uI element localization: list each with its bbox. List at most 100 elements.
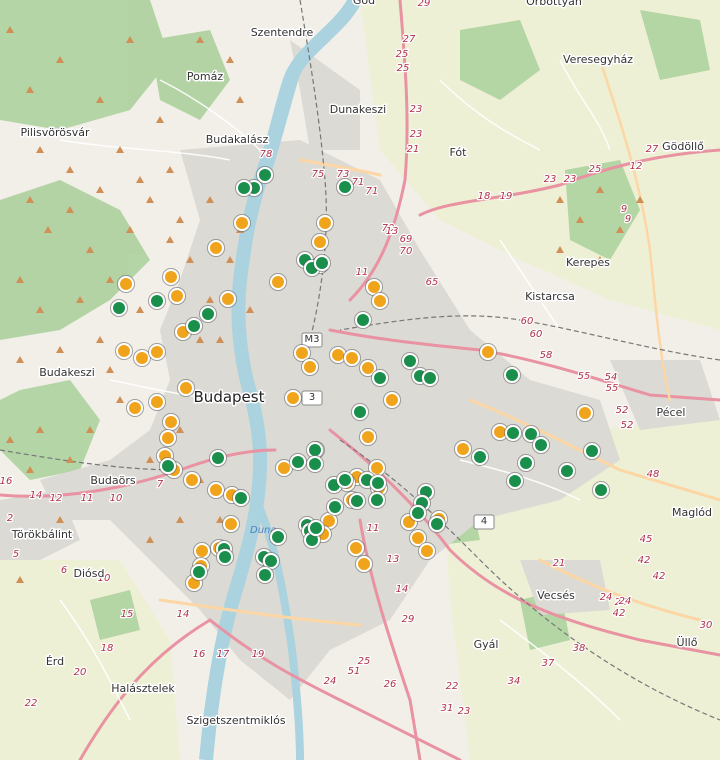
road-number-label: 52 xyxy=(621,420,634,431)
attraction-marker-orange[interactable] xyxy=(207,481,225,499)
place-label: Törökbálint xyxy=(11,528,73,541)
attraction-marker-green[interactable] xyxy=(471,448,489,466)
attraction-marker-orange[interactable] xyxy=(301,358,319,376)
road-number-label: 45 xyxy=(640,534,653,545)
attraction-marker-orange[interactable] xyxy=(133,349,151,367)
attraction-marker-green[interactable] xyxy=(428,515,446,533)
attraction-marker-orange[interactable] xyxy=(311,233,329,251)
attraction-marker-green[interactable] xyxy=(110,299,128,317)
attraction-marker-orange[interactable] xyxy=(316,214,334,232)
road-number-label: 29 xyxy=(418,0,431,9)
road-number-label: 22 xyxy=(446,681,459,692)
attraction-marker-orange[interactable] xyxy=(454,440,472,458)
road-number-label: 52 xyxy=(616,405,629,416)
attraction-marker-green[interactable] xyxy=(326,498,344,516)
attraction-marker-orange[interactable] xyxy=(148,393,166,411)
attraction-marker-green[interactable] xyxy=(307,519,325,537)
attraction-marker-green[interactable] xyxy=(504,424,522,442)
road-number-label: 25 xyxy=(397,63,410,74)
road-number-label: 19 xyxy=(252,649,265,660)
attraction-marker-orange[interactable] xyxy=(418,542,436,560)
road-number-label: 38 xyxy=(573,643,586,654)
road-number-label: 4 xyxy=(481,516,487,527)
attraction-marker-orange[interactable] xyxy=(222,515,240,533)
road-number-label: 29 xyxy=(402,614,415,625)
attraction-marker-green[interactable] xyxy=(583,442,601,460)
attraction-marker-green[interactable] xyxy=(369,474,387,492)
road-number-label: 42 xyxy=(638,555,651,566)
road-number-label: 23 xyxy=(564,174,577,185)
attraction-marker-green[interactable] xyxy=(336,471,354,489)
attraction-marker-green[interactable] xyxy=(351,403,369,421)
attraction-marker-green[interactable] xyxy=(199,305,217,323)
attraction-marker-orange[interactable] xyxy=(233,214,251,232)
attraction-marker-green[interactable] xyxy=(336,178,354,196)
road-number-label: 21 xyxy=(407,144,420,155)
attraction-marker-green[interactable] xyxy=(289,453,307,471)
place-label: Pilisvörösvár xyxy=(20,126,90,139)
road-number-label: 16 xyxy=(0,476,12,487)
attraction-marker-orange[interactable] xyxy=(177,379,195,397)
attraction-marker-green[interactable] xyxy=(401,352,419,370)
attraction-marker-orange[interactable] xyxy=(193,542,211,560)
attraction-marker-green[interactable] xyxy=(209,449,227,467)
attraction-marker-orange[interactable] xyxy=(207,239,225,257)
attraction-marker-orange[interactable] xyxy=(576,404,594,422)
attraction-marker-green[interactable] xyxy=(558,462,576,480)
place-label: Érd xyxy=(46,655,64,668)
attraction-marker-orange[interactable] xyxy=(115,342,133,360)
place-label: Maglód xyxy=(672,506,712,519)
map-canvas[interactable]: 292725252323217875 7371717013697011651227… xyxy=(0,0,720,760)
attraction-marker-orange[interactable] xyxy=(347,539,365,557)
attraction-marker-orange[interactable] xyxy=(371,292,389,310)
attraction-marker-orange[interactable] xyxy=(159,429,177,447)
road-number-label: 60 xyxy=(521,316,534,327)
attraction-marker-orange[interactable] xyxy=(168,287,186,305)
attraction-marker-orange[interactable] xyxy=(479,343,497,361)
road-number-label: 5 xyxy=(13,549,19,560)
place-label: Budakalász xyxy=(206,133,269,146)
road-number-label: 21 xyxy=(553,558,566,569)
attraction-marker-orange[interactable] xyxy=(162,413,180,431)
attraction-marker-orange[interactable] xyxy=(269,273,287,291)
road-number-label: 25 xyxy=(396,49,409,60)
attraction-marker-green[interactable] xyxy=(235,179,253,197)
attraction-marker-green[interactable] xyxy=(190,563,208,581)
attraction-marker-green[interactable] xyxy=(421,369,439,387)
attraction-marker-orange[interactable] xyxy=(343,349,361,367)
attraction-marker-green[interactable] xyxy=(216,548,234,566)
attraction-marker-green[interactable] xyxy=(313,254,331,272)
attraction-marker-orange[interactable] xyxy=(117,275,135,293)
road-number-label: 24 xyxy=(600,592,613,603)
attraction-marker-orange[interactable] xyxy=(219,290,237,308)
attraction-marker-green[interactable] xyxy=(159,457,177,475)
map-view[interactable]: 29 27 25 25 23 23 21 78 75 73 71 71 70 13 69 70 11 65 12 27… xyxy=(0,0,720,760)
attraction-marker-orange[interactable] xyxy=(162,268,180,286)
road-number-label: 11 xyxy=(356,267,369,278)
attraction-marker-green[interactable] xyxy=(185,317,203,335)
attraction-marker-green[interactable] xyxy=(256,566,274,584)
attraction-marker-green[interactable] xyxy=(506,472,524,490)
attraction-marker-orange[interactable] xyxy=(359,428,377,446)
attraction-marker-green[interactable] xyxy=(503,366,521,384)
attraction-marker-green[interactable] xyxy=(409,504,427,522)
attraction-marker-orange[interactable] xyxy=(355,555,373,573)
attraction-marker-green[interactable] xyxy=(517,454,535,472)
attraction-marker-green[interactable] xyxy=(348,492,366,510)
attraction-marker-orange[interactable] xyxy=(383,391,401,409)
attraction-marker-green[interactable] xyxy=(232,489,250,507)
attraction-marker-green[interactable] xyxy=(148,292,166,310)
attraction-marker-green[interactable] xyxy=(368,491,386,509)
attraction-marker-green[interactable] xyxy=(592,481,610,499)
attraction-marker-green[interactable] xyxy=(371,369,389,387)
attraction-marker-orange[interactable] xyxy=(148,343,166,361)
attraction-marker-orange[interactable] xyxy=(183,471,201,489)
road-number-label: 13 xyxy=(386,226,399,237)
attraction-marker-green[interactable] xyxy=(354,311,372,329)
place-label: Halásztelek xyxy=(111,682,175,695)
attraction-marker-green[interactable] xyxy=(306,455,324,473)
attraction-marker-green[interactable] xyxy=(532,436,550,454)
attraction-marker-orange[interactable] xyxy=(284,389,302,407)
attraction-marker-green[interactable] xyxy=(269,528,287,546)
attraction-marker-orange[interactable] xyxy=(126,399,144,417)
